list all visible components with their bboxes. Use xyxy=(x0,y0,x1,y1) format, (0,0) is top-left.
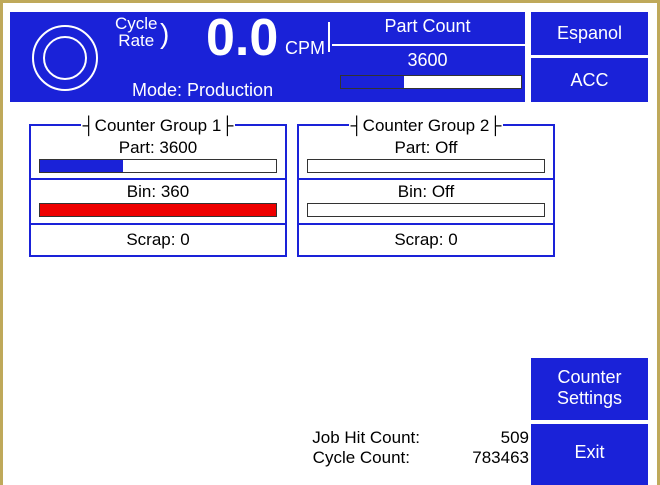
group-1-part-fill xyxy=(40,160,123,172)
counter-group-2-title: ┤Counter Group 2├ xyxy=(348,116,504,135)
espanol-button[interactable]: Espanol xyxy=(531,12,648,55)
part-count-value: 3600 xyxy=(407,50,448,70)
cycle-rate-value: 0.0 xyxy=(206,9,279,67)
part-count-progress-fill xyxy=(341,76,404,88)
group-2-part-bar xyxy=(307,159,545,173)
cycle-rate-label-line2: Rate xyxy=(118,31,155,50)
cycle-rate-unit: CPM xyxy=(285,38,325,58)
cycle-indicator-inner-icon xyxy=(43,36,87,80)
cycle-count-label: Cycle Count: xyxy=(312,448,410,467)
counter-settings-label-line2: Settings xyxy=(556,388,623,408)
counter-group-1-title-text: Counter Group 1 xyxy=(94,116,222,135)
cycle-rate-label-line1: Cycle xyxy=(115,14,158,33)
counter-settings-label-line1: Counter xyxy=(557,367,622,387)
counter-group-2-title-text: Counter Group 2 xyxy=(362,116,490,135)
group-1-bin-bar xyxy=(39,203,277,217)
counter-group-1-title: ┤Counter Group 1├ xyxy=(80,116,236,135)
counter-group-2[interactable]: ┤Counter Group 2├ Part: Off Bin: Off Scr… xyxy=(297,116,555,257)
group-1-divider-2 xyxy=(31,223,285,225)
mode-text: Mode: Production xyxy=(132,80,274,100)
cycle-rate-label: Cycle Rate xyxy=(115,15,158,49)
brace-icon: ) xyxy=(160,18,170,49)
job-hit-count-label: Job Hit Count: xyxy=(312,428,420,447)
job-hit-count-value: 509 xyxy=(500,428,529,447)
group-2-scrap-label: Scrap: 0 xyxy=(394,230,458,249)
group-1-divider-1 xyxy=(31,178,285,180)
counter-settings-button[interactable]: Counter Settings xyxy=(531,358,648,420)
part-count-title: Part Count xyxy=(384,16,471,36)
part-count-progress-bar xyxy=(340,75,522,89)
group-1-scrap-label: Scrap: 0 xyxy=(126,230,190,249)
cycle-count-value: 783463 xyxy=(472,448,529,467)
group-1-bin-label: Bin: 360 xyxy=(126,182,190,201)
counter-group-1[interactable]: ┤Counter Group 1├ Part: 3600 Bin: 360 Sc… xyxy=(29,116,287,257)
group-2-bin-bar xyxy=(307,203,545,217)
acc-button[interactable]: ACC xyxy=(531,58,648,102)
exit-button[interactable]: Exit xyxy=(531,424,648,485)
group-2-bin-label: Bin: Off xyxy=(397,182,455,201)
group-1-part-bar xyxy=(39,159,277,173)
status-header: Cycle Rate ) 0.0 CPM Mode: Production Pa… xyxy=(10,9,525,102)
part-count-divider xyxy=(332,44,525,46)
group-1-part-label: Part: 3600 xyxy=(118,138,198,157)
group-2-part-label: Part: Off xyxy=(394,138,458,157)
group-2-divider-2 xyxy=(299,223,553,225)
group-2-divider-1 xyxy=(299,178,553,180)
group-1-bin-fill xyxy=(40,204,276,216)
